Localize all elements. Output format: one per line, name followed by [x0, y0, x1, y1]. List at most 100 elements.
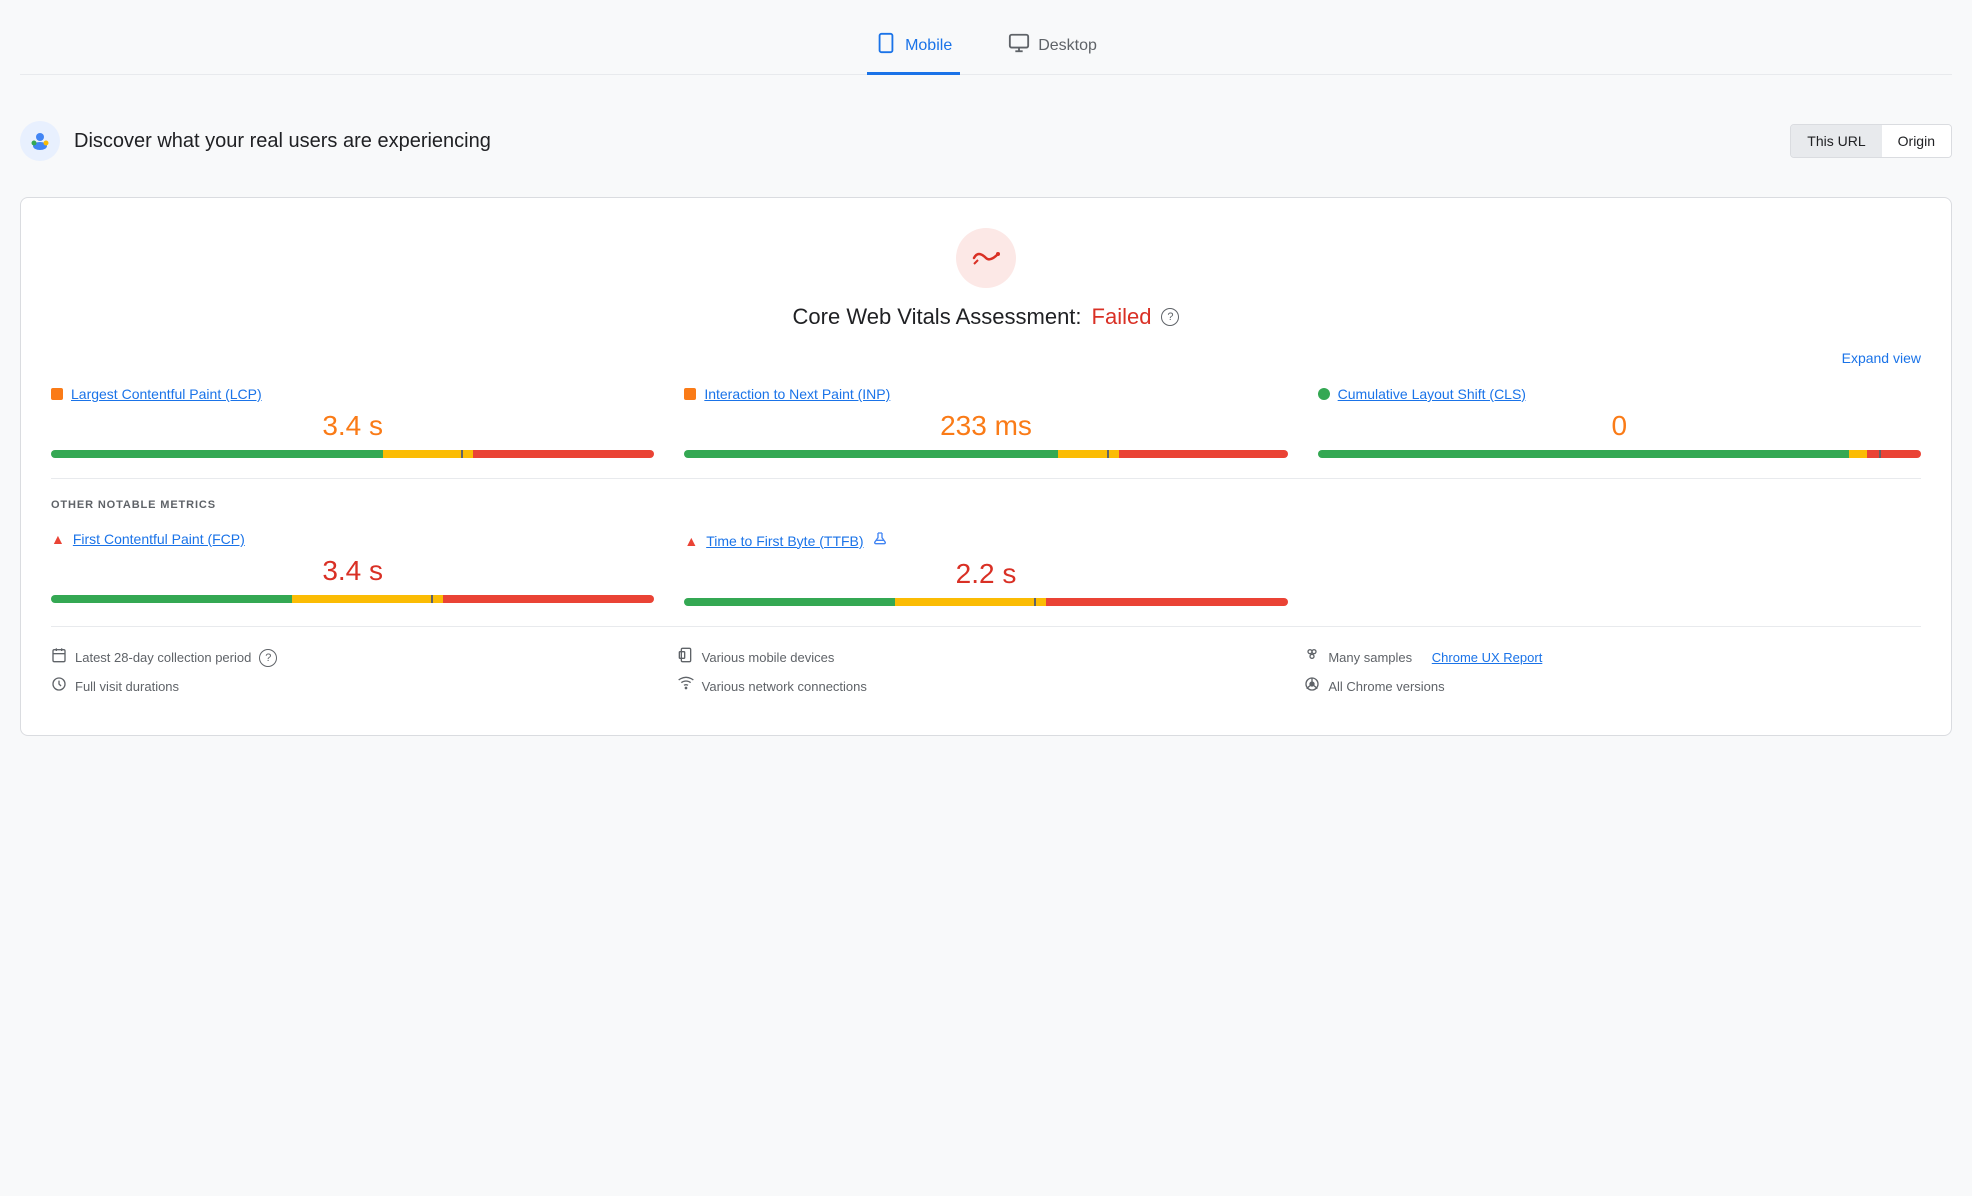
cls-metric: Cumulative Layout Shift (CLS) 0 — [1318, 386, 1921, 458]
lcp-label-row: Largest Contentful Paint (LCP) — [51, 386, 654, 402]
tab-mobile[interactable]: Mobile — [867, 20, 960, 75]
lcp-link[interactable]: Largest Contentful Paint (LCP) — [71, 386, 262, 402]
inp-value: 233 ms — [684, 410, 1287, 442]
fcp-metric: ▲ First Contentful Paint (FCP) 3.4 s — [51, 531, 654, 606]
inp-bar — [684, 450, 1287, 458]
lcp-dot — [51, 388, 63, 400]
other-metrics-label: OTHER NOTABLE METRICS — [51, 499, 1921, 511]
core-metrics-grid: Largest Contentful Paint (LCP) 3.4 s Int… — [51, 386, 1921, 458]
section-header-left: Discover what your real users are experi… — [20, 121, 491, 161]
footer-item-network: Various network connections — [678, 676, 1295, 697]
lcp-bar-red — [473, 450, 654, 458]
fcp-bar-red — [443, 595, 654, 603]
inp-bar-red — [1119, 450, 1288, 458]
timer-icon — [51, 676, 67, 697]
samples-text: Many samples — [1328, 650, 1412, 665]
lcp-bar-green — [51, 450, 383, 458]
fcp-bar — [51, 595, 654, 603]
devices-text: Various mobile devices — [702, 650, 835, 665]
mobile-icon — [875, 32, 897, 60]
ttfb-bar-red — [1046, 598, 1287, 606]
cls-bar-orange — [1849, 450, 1867, 458]
fcp-link[interactable]: First Contentful Paint (FCP) — [73, 531, 245, 547]
lcp-bar — [51, 450, 654, 458]
fcp-triangle-icon: ▲ — [51, 531, 65, 547]
main-card: Core Web Vitals Assessment: Failed ? Exp… — [20, 197, 1952, 736]
lcp-marker — [461, 450, 463, 458]
cls-marker — [1879, 450, 1881, 458]
footer-col1: Latest 28-day collection period ? Full v… — [51, 647, 668, 705]
cls-link[interactable]: Cumulative Layout Shift (CLS) — [1338, 386, 1526, 402]
cls-dot — [1318, 388, 1330, 400]
info-footer: Latest 28-day collection period ? Full v… — [51, 626, 1921, 705]
tab-desktop-label: Desktop — [1038, 37, 1097, 55]
cwv-header: Core Web Vitals Assessment: Failed ? — [51, 228, 1921, 330]
user-icon — [20, 121, 60, 161]
inp-label-row: Interaction to Next Paint (INP) — [684, 386, 1287, 402]
cwv-status: Failed — [1092, 304, 1152, 330]
fcp-value: 3.4 s — [51, 555, 654, 587]
origin-button[interactable]: Origin — [1882, 125, 1951, 157]
cwv-help-icon[interactable]: ? — [1161, 308, 1179, 326]
section-header: Discover what your real users are experi… — [20, 105, 1952, 177]
ttfb-link[interactable]: Time to First Byte (TTFB) — [706, 533, 863, 549]
inp-bar-orange — [1058, 450, 1118, 458]
ttfb-bar-orange — [895, 598, 1046, 606]
empty-col — [1318, 531, 1921, 606]
ttfb-triangle-icon: ▲ — [684, 533, 698, 549]
chrome-versions-text: All Chrome versions — [1328, 679, 1444, 694]
inp-bar-green — [684, 450, 1058, 458]
collection-help-icon[interactable]: ? — [259, 649, 277, 667]
fcp-label-row: ▲ First Contentful Paint (FCP) — [51, 531, 654, 547]
network-text: Various network connections — [702, 679, 867, 694]
visit-duration-text: Full visit durations — [75, 679, 179, 694]
cwv-icon — [956, 228, 1016, 288]
cls-bar — [1318, 450, 1921, 458]
footer-col2: Various mobile devices Various network c… — [678, 647, 1295, 705]
inp-metric: Interaction to Next Paint (INP) 233 ms — [684, 386, 1287, 458]
fcp-marker — [431, 595, 433, 603]
ttfb-metric: ▲ Time to First Byte (TTFB) 2.2 s — [684, 531, 1287, 606]
footer-item-devices: Various mobile devices — [678, 647, 1295, 668]
metrics-divider — [51, 478, 1921, 479]
section-title: Discover what your real users are experi… — [74, 130, 491, 153]
ttfb-label-row: ▲ Time to First Byte (TTFB) — [684, 531, 1287, 550]
footer-item-samples: Many samples Chrome UX Report — [1304, 647, 1921, 668]
tab-bar: Mobile Desktop — [20, 20, 1952, 75]
other-metrics-grid: ▲ First Contentful Paint (FCP) 3.4 s ▲ T… — [51, 531, 1921, 606]
lcp-bar-orange — [383, 450, 473, 458]
desktop-icon — [1008, 32, 1030, 60]
cls-bar-green — [1318, 450, 1849, 458]
calendar-icon — [51, 647, 67, 668]
devices-icon — [678, 647, 694, 668]
footer-item-visit: Full visit durations — [51, 676, 668, 697]
lcp-value: 3.4 s — [51, 410, 654, 442]
tab-mobile-label: Mobile — [905, 37, 952, 55]
footer-col3: Many samples Chrome UX Report All Chrome… — [1304, 647, 1921, 705]
fcp-bar-green — [51, 595, 292, 603]
ttfb-bar-green — [684, 598, 895, 606]
lcp-metric: Largest Contentful Paint (LCP) 3.4 s — [51, 386, 654, 458]
inp-dot — [684, 388, 696, 400]
inp-marker — [1107, 450, 1109, 458]
cls-label-row: Cumulative Layout Shift (CLS) — [1318, 386, 1921, 402]
cwv-assessment-label: Core Web Vitals Assessment: — [793, 304, 1082, 330]
crux-link[interactable]: Chrome UX Report — [1432, 650, 1543, 665]
ttfb-marker — [1034, 598, 1036, 606]
footer-item-collection: Latest 28-day collection period ? — [51, 647, 668, 668]
footer-item-chrome: All Chrome versions — [1304, 676, 1921, 697]
cwv-title-row: Core Web Vitals Assessment: Failed ? — [793, 304, 1180, 330]
samples-icon — [1304, 647, 1320, 668]
cls-value: 0 — [1318, 410, 1921, 442]
flask-icon — [872, 531, 888, 550]
tab-desktop[interactable]: Desktop — [1000, 20, 1105, 75]
inp-link[interactable]: Interaction to Next Paint (INP) — [704, 386, 890, 402]
cls-bar-red — [1867, 450, 1921, 458]
ttfb-bar — [684, 598, 1287, 606]
chrome-icon — [1304, 676, 1320, 697]
this-url-button[interactable]: This URL — [1791, 125, 1881, 157]
url-toggle[interactable]: This URL Origin — [1790, 124, 1952, 158]
network-icon — [678, 676, 694, 697]
expand-view-button[interactable]: Expand view — [51, 350, 1921, 366]
ttfb-value: 2.2 s — [684, 558, 1287, 590]
